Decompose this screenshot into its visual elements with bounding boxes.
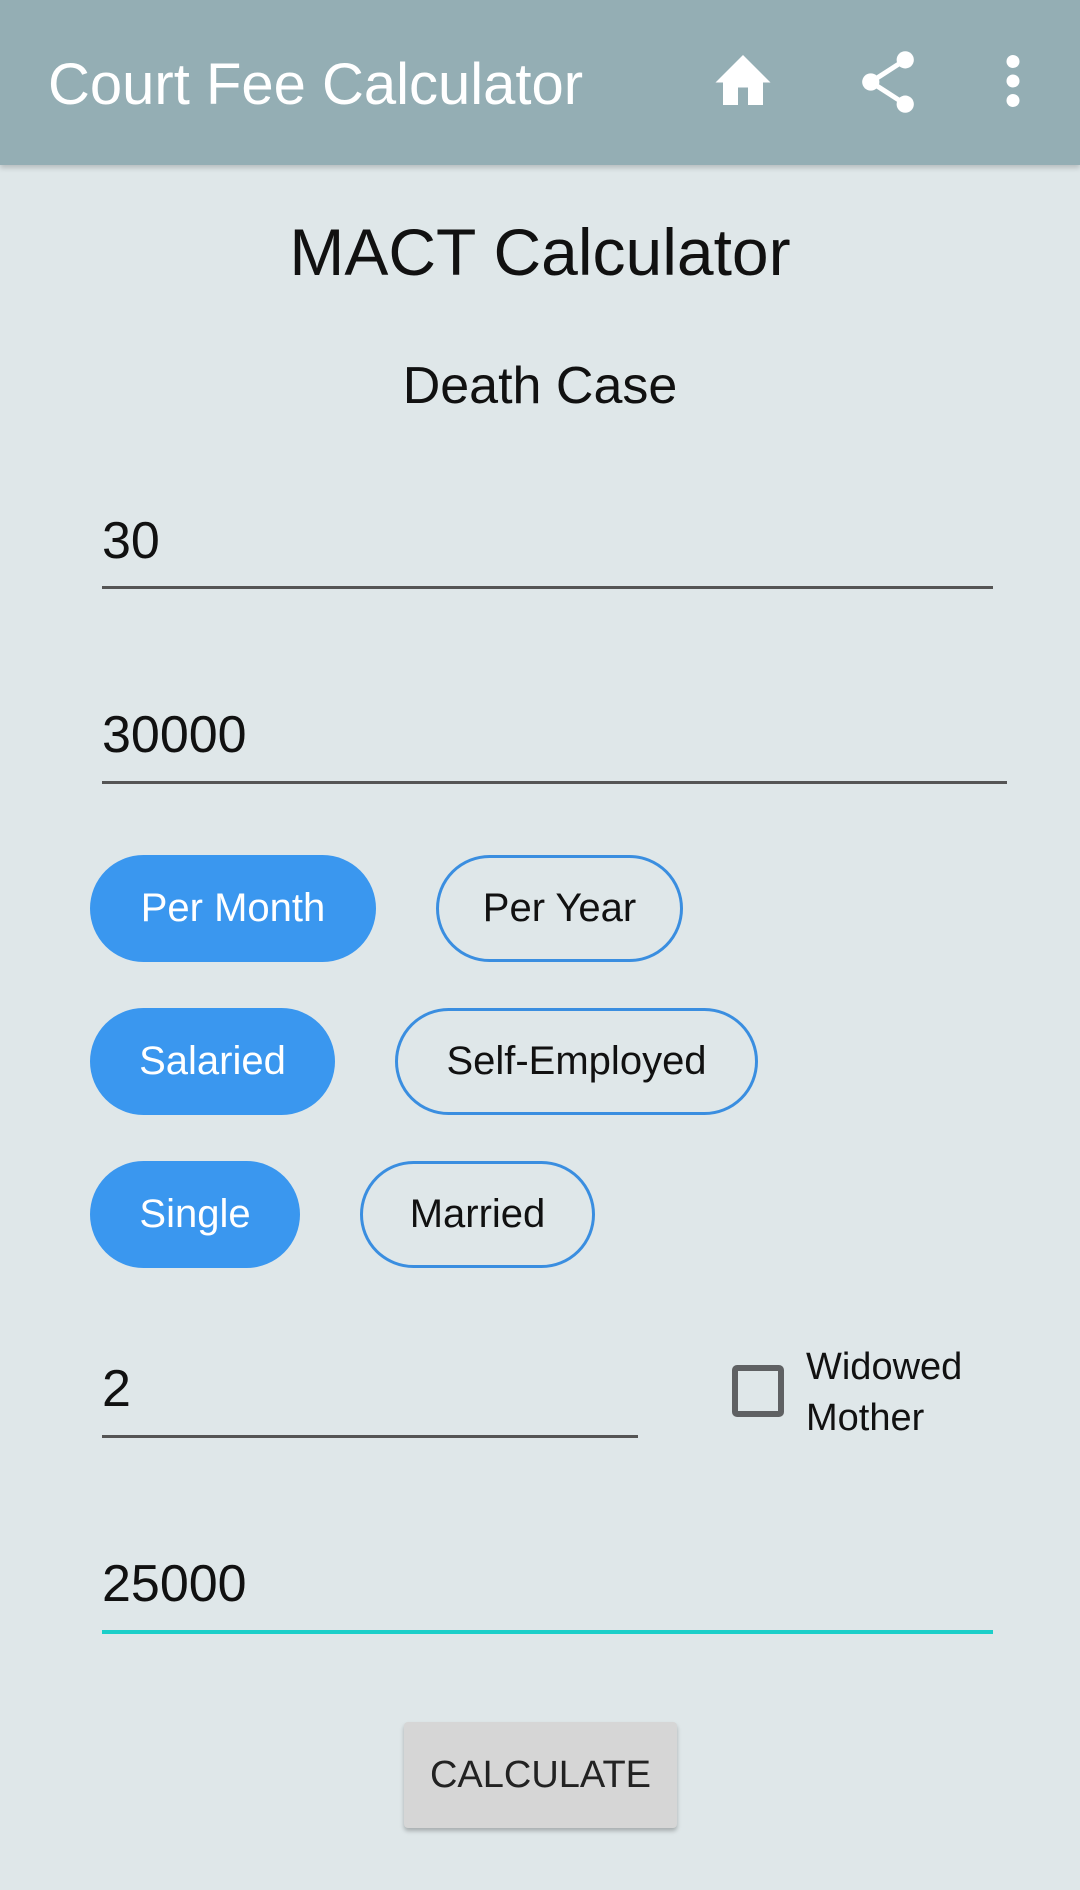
per-month-chip[interactable]: Per Month [90,855,376,962]
widowed-mother-checkbox[interactable] [732,1365,784,1417]
amount-input[interactable]: 25000 [102,1553,993,1634]
home-icon[interactable] [713,52,773,108]
dependents-input[interactable]: 2 [102,1358,638,1438]
page-title: MACT Calculator [289,215,791,289]
self-employed-chip[interactable]: Self-Employed [395,1008,758,1115]
income-input[interactable]: 30000 [102,704,1007,784]
single-chip[interactable]: Single [90,1161,300,1268]
app-bar: Court Fee Calculator [0,0,1080,165]
widowed-mother-label-line1: Widowed [806,1346,963,1388]
page-subtitle: Death Case [402,357,678,415]
calculate-button[interactable]: CALCULATE [404,1722,677,1828]
more-vert-icon[interactable] [1003,55,1023,107]
per-year-chip[interactable]: Per Year [436,855,683,962]
age-input[interactable]: 30 [102,510,993,589]
share-icon[interactable] [858,50,918,114]
app-title: Court Fee Calculator [48,52,584,117]
widowed-mother-label[interactable]: Widowed Mother [806,1342,962,1444]
married-chip[interactable]: Married [360,1161,595,1268]
widowed-mother-label-line2: Mother [806,1397,925,1439]
salaried-chip[interactable]: Salaried [90,1008,335,1115]
